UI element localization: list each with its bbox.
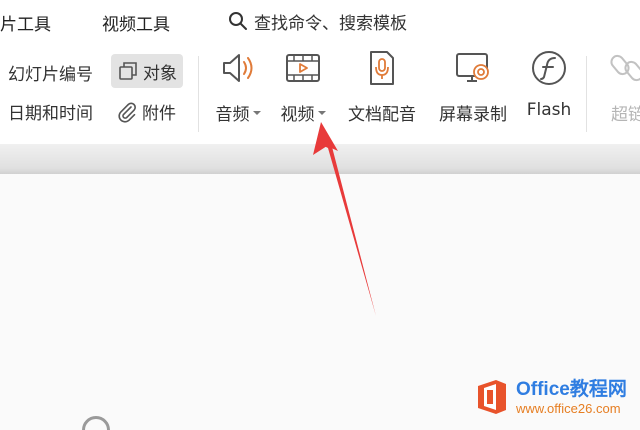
attachment-label: 附件 <box>142 104 176 124</box>
slide-number-button[interactable]: 幻灯片编号 <box>8 60 93 85</box>
command-search[interactable]: 查找命令、搜索模板 <box>228 8 407 34</box>
object-label: 对象 <box>143 63 177 84</box>
watermark-title: Office教程网 <box>516 378 627 400</box>
flash-label: Flash <box>526 100 572 120</box>
microphone-doc-icon <box>370 51 394 85</box>
chain-link-icon <box>610 54 640 82</box>
video-icon <box>286 54 320 82</box>
search-placeholder: 查找命令、搜索模板 <box>254 13 407 34</box>
paperclip-icon <box>118 102 136 123</box>
speaker-icon <box>223 54 253 82</box>
audio-label: 音频 <box>215 105 250 125</box>
screen-record-button[interactable]: 屏幕录制 <box>433 48 513 125</box>
date-time-label: 日期和时间 <box>8 104 93 124</box>
hyperlink-button[interactable]: 超链 <box>598 48 640 125</box>
chevron-down-icon[interactable] <box>252 110 261 115</box>
hyperlink-label: 超链 <box>611 105 640 125</box>
date-time-button[interactable]: 日期和时间 <box>8 99 93 124</box>
object-button[interactable]: 对象 <box>111 54 183 88</box>
insert-ribbon: 幻灯片编号 对象 日期和时间 附件 音频 视频 文档配音 屏幕录制 Flash … <box>0 42 640 144</box>
watermark: Office教程网 www.office26.com <box>474 378 627 416</box>
video-label: 视频 <box>280 105 315 125</box>
screen-record-label: 屏幕录制 <box>439 105 507 125</box>
slide-number-label: 幻灯片编号 <box>8 65 93 85</box>
ribbon-separator <box>198 56 199 132</box>
flash-icon <box>532 51 566 85</box>
flash-button[interactable]: Flash <box>524 48 574 120</box>
office-logo-icon <box>478 380 506 414</box>
tab-video-tools[interactable]: 视频工具 <box>102 10 170 35</box>
chevron-down-icon[interactable] <box>317 110 326 115</box>
doc-dubbing-button[interactable]: 文档配音 <box>342 48 422 125</box>
ribbon-shadow <box>0 144 640 174</box>
ribbon-separator <box>586 56 587 132</box>
object-icon <box>119 62 137 80</box>
tab-bar: 片工具 视频工具 查找命令、搜索模板 <box>0 0 640 42</box>
attachment-button[interactable]: 附件 <box>116 99 176 124</box>
search-icon <box>229 12 247 30</box>
screen-record-icon <box>456 53 489 82</box>
doc-dubbing-label: 文档配音 <box>348 105 416 125</box>
tab-slide-tools[interactable]: 片工具 <box>0 10 51 35</box>
video-button[interactable]: 视频 <box>276 48 330 125</box>
watermark-url: www.office26.com <box>516 400 621 416</box>
audio-button[interactable]: 音频 <box>211 48 265 125</box>
